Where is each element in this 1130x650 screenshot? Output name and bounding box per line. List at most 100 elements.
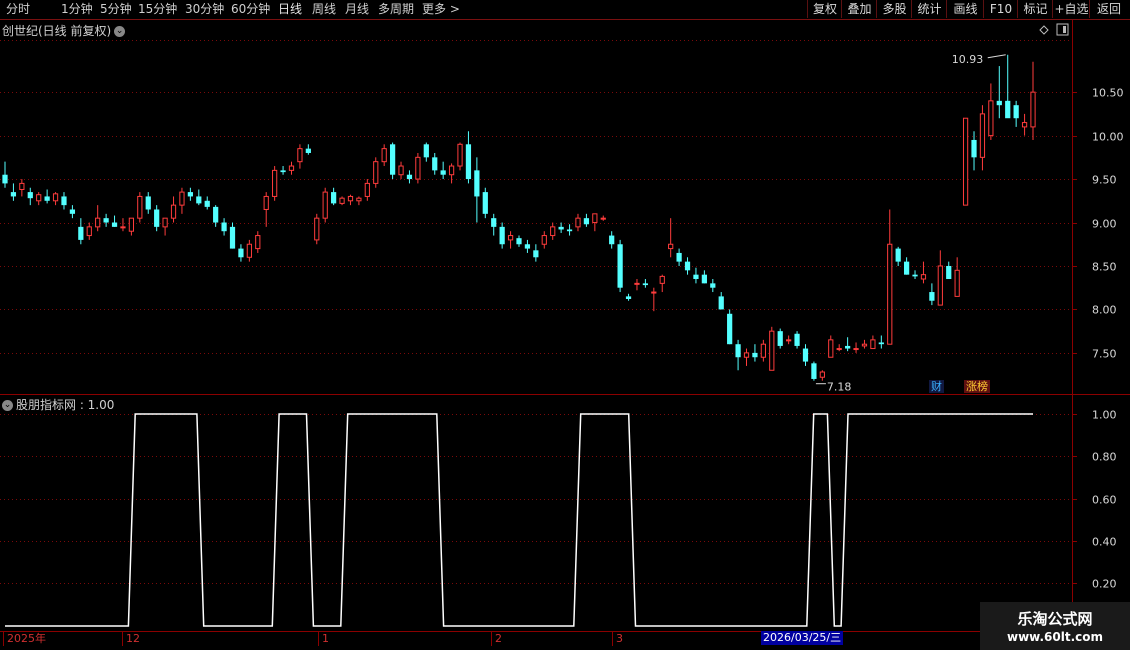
candle-body-down [1013,105,1019,119]
date-axis: 2025年 12 1 2 3 [0,631,1073,646]
candle-body-down [27,192,33,199]
candle-body-up [356,197,362,202]
candle-body-down [642,283,649,286]
price-tick-label: 7.50 [1092,348,1117,361]
indicator-line [5,413,1033,627]
date-label-3: 2 [491,632,502,646]
candle-body-down [465,144,472,180]
candle-body-down [777,331,783,346]
watermark: 乐淘公式网 www.60lt.com [980,602,1130,650]
candle-body-up [743,352,750,358]
chart-canvas: 7.50 8.00 8.50 9.00 9.50 10.00 10.50 10.93 7.18 0… [0,20,1130,646]
candle-body-down [221,222,227,232]
candle-body-down [406,174,413,180]
candle-body-down [111,222,118,227]
candle-body-down [196,196,202,204]
candle-body-down [903,261,910,275]
candle-body-down [78,226,84,240]
candle-body-up [36,194,42,202]
candle-body-down [229,226,236,249]
candle-body-up [297,148,303,163]
candle-body-up [786,339,792,342]
candle-body-up [828,339,834,358]
candle-body-up [887,243,893,345]
candle-body-up [398,165,404,176]
candle-body-up [162,217,168,228]
candle-body-down [710,283,716,288]
candle-body-up [592,213,598,224]
candle-body-up [541,235,547,245]
candle-body-up [128,217,135,232]
candle-body-down [432,157,438,171]
candle-body-up [448,165,455,176]
indicator-tick-label: 0.80 [1092,451,1117,464]
candle-body-down [389,144,396,175]
low-price-label: 7.18 [827,381,852,394]
candle-body-down [971,139,977,158]
candle-body-down [491,218,497,227]
indicator-title[interactable]: ⌄ 股朋指标网 : 1.00 [2,396,114,413]
date-label-4: 3 [612,632,623,646]
price-tick-label: 10.00 [1092,131,1124,144]
price-tick-label: 8.00 [1092,304,1117,317]
candle-body-down [516,238,522,245]
candle-body-down [929,292,935,301]
candle-body-up [600,217,606,220]
candle-body-down [727,313,733,345]
candle-body-down [187,192,193,197]
candle-body-up [52,193,59,202]
candle-body-down [213,206,219,223]
candle-body-down [524,244,531,249]
candle-body-up [988,100,994,137]
candle-body-up [19,182,25,190]
high-pointer [987,54,1006,59]
candle-body-down [794,333,800,346]
date-label-1: 12 [122,632,140,646]
chevron-down-icon[interactable]: ⌄ [2,400,13,411]
candle-body-up [255,235,261,250]
candle-body-up [1021,122,1028,128]
indicator-tick-label: 1.00 [1092,409,1117,422]
price-tick-label: 10.50 [1092,87,1124,100]
candle-body-down [895,248,901,262]
candle-body-up [246,243,252,258]
panel-toggle-icon-fill [1063,26,1066,33]
diamond-icon [1039,25,1049,35]
price-tick-label: 9.50 [1092,174,1117,187]
candle-body-down [2,174,8,184]
candle-body-down [474,170,480,197]
candle-body-up [381,148,387,163]
candle-body-down [802,348,809,362]
candle-body-up [659,275,665,284]
candle-body-up [819,371,825,378]
indicator-tick-label: 0.60 [1092,494,1117,507]
candle-body-down [44,196,50,201]
gainers-badge[interactable]: 涨榜 [964,380,990,393]
candle-body-down [61,196,67,206]
candle-body-down [996,100,1002,106]
candle-body-down [845,345,851,349]
candle-body-down [718,296,724,310]
price-tick-label: 9.00 [1092,218,1117,231]
candle-body-down [280,170,286,173]
candle-body-down [558,226,564,230]
candle-body-down [1005,100,1011,119]
candle-body-down [811,363,817,379]
candle-body-up [979,113,986,158]
candle-body-down [684,261,691,271]
candle-body-down [204,200,210,207]
candle-body-up [137,195,143,219]
candle-body-down [609,235,615,245]
candle-body-up [1030,91,1036,128]
candle-body-up [668,243,674,250]
candle-body-up [870,339,876,350]
candle-body-down [533,250,539,258]
candle-body-down [946,265,952,280]
candle-body-down [617,244,623,288]
finance-badge[interactable]: 财 [929,380,944,393]
candle-body-down [305,148,311,153]
candle-body-down [482,192,488,214]
high-price-label: 10.93 [952,53,984,66]
candle-body-down [331,192,337,204]
candle-body-up [120,226,126,229]
